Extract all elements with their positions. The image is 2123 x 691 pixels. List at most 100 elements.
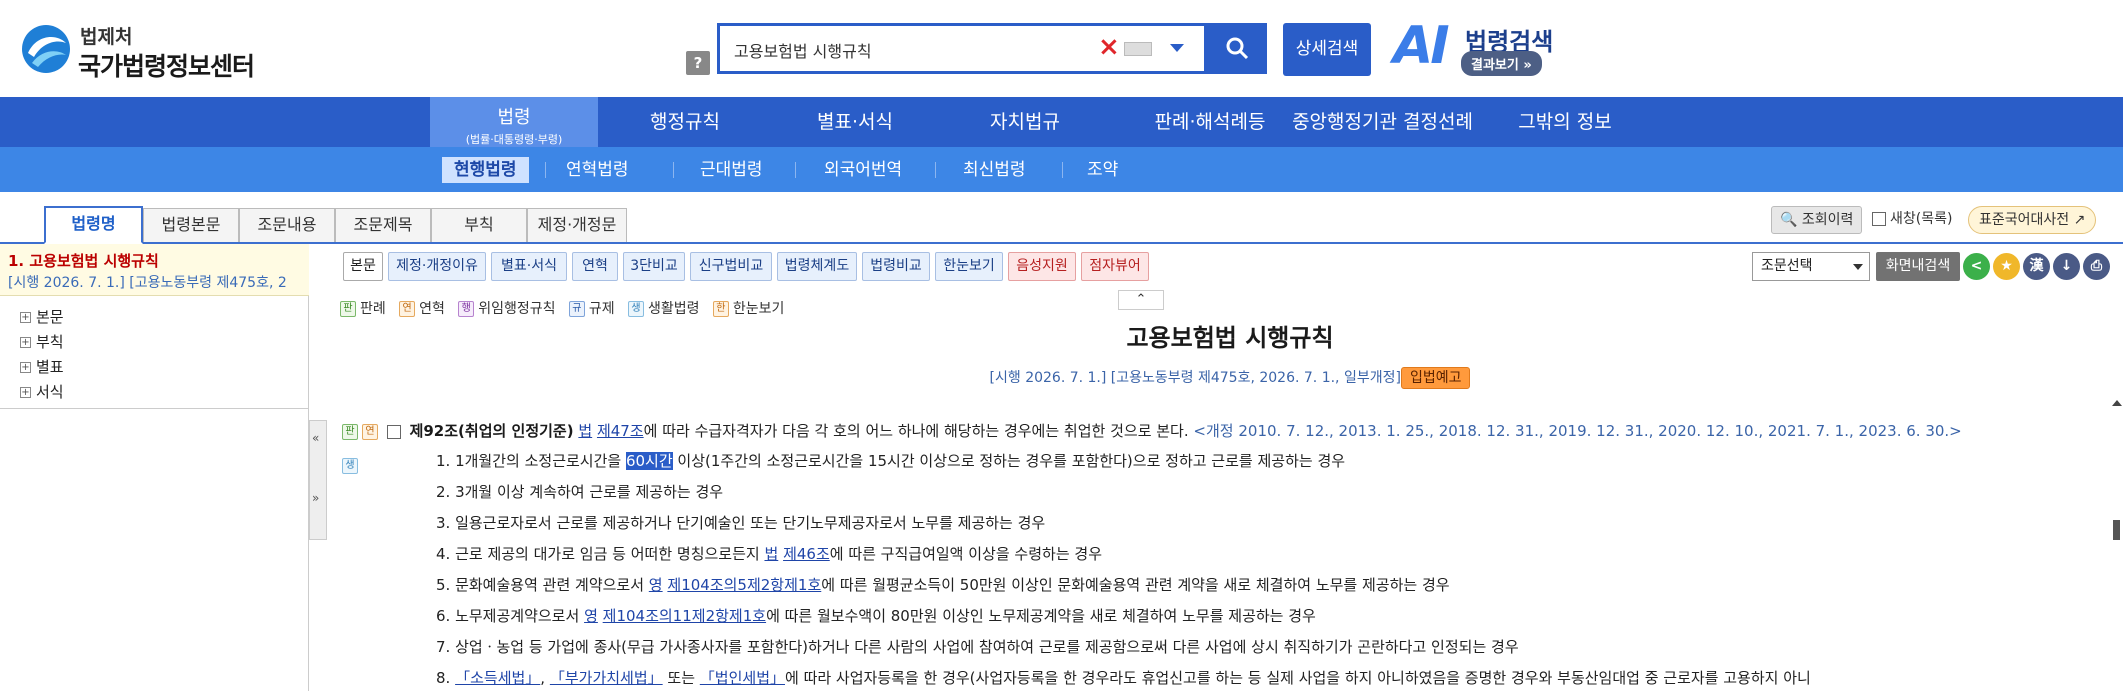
corporate-tax-act-link[interactable]: 「법인세법」: [700, 669, 785, 687]
law-meta-text: [시행 2026. 7. 1.] [고용노동부령 제475호, 2026. 7.…: [989, 370, 1401, 386]
tree-item-label: 부칙: [36, 333, 64, 351]
nav-precedents[interactable]: 판례·해석례등: [1135, 97, 1285, 147]
tree-item-body[interactable]: + 본문: [20, 306, 64, 327]
panel-collapse-handle[interactable]: « »: [309, 420, 327, 540]
expand-right-icon[interactable]: »: [312, 491, 319, 505]
scroll-up-icon[interactable]: [2112, 400, 2122, 406]
nav-admin-rules[interactable]: 행정규칙: [625, 97, 745, 147]
living-law-badge-icon: 생: [628, 301, 645, 317]
tree-item-forms[interactable]: + 서식: [20, 381, 64, 402]
tab-law-name[interactable]: 법령명: [44, 206, 143, 244]
btn-old-new-compare[interactable]: 신구법비교: [690, 252, 772, 281]
decree-ref-link[interactable]: 영: [649, 576, 663, 594]
tab-article-title[interactable]: 조문제목: [335, 208, 431, 242]
site-logo[interactable]: 법제처 국가법령정보센터: [20, 20, 260, 81]
living-law-badge-icon[interactable]: 생: [342, 458, 358, 474]
ai-result-badge[interactable]: 결과보기 »: [1461, 51, 1542, 76]
btn-overview[interactable]: 한눈보기: [935, 252, 1003, 281]
subnav-current-laws[interactable]: 현행법령: [442, 157, 529, 183]
nav-law[interactable]: 법령 (법률·대통령령·부령): [430, 97, 598, 147]
chevron-down-icon: [1853, 264, 1863, 270]
btn-law-compare[interactable]: 법령비교: [862, 252, 930, 281]
new-window-toggle[interactable]: 새창(목록): [1872, 206, 1952, 234]
collapse-up-button[interactable]: ⌃: [1118, 290, 1164, 310]
tree-item-tables[interactable]: + 별표: [20, 356, 64, 377]
dictionary-button[interactable]: 표준국어대사전 ↗: [1968, 206, 2097, 234]
subnav-foreign-translation[interactable]: 외국어번역: [824, 157, 902, 183]
detail-search-button[interactable]: 상세검색: [1283, 23, 1371, 76]
vat-act-link[interactable]: 「부가가치세법」: [550, 669, 663, 687]
item-text: 또는: [662, 669, 700, 687]
decree-ref-link[interactable]: 영: [584, 607, 598, 625]
tab-supplementary[interactable]: 부칙: [431, 208, 527, 242]
history-badge-icon[interactable]: 연: [362, 423, 378, 440]
btn-body[interactable]: 본문: [343, 252, 383, 281]
download-icon[interactable]: ↓: [2053, 253, 2080, 280]
legislative-notice-button[interactable]: 입법예고: [1400, 367, 1471, 389]
nav-agency-decisions[interactable]: 중앙행정기관 결정선례: [1285, 97, 1480, 147]
btn-3-way-compare[interactable]: 3단비교: [623, 252, 685, 281]
precedent-badge-icon[interactable]: 판: [342, 423, 358, 440]
expand-icon[interactable]: +: [20, 312, 31, 323]
subnav-latest-laws[interactable]: 최신법령: [963, 157, 1026, 183]
search-button[interactable]: [1207, 23, 1267, 74]
article-ref-link[interactable]: 제47조: [597, 422, 644, 440]
collapse-left-icon[interactable]: «: [312, 431, 319, 445]
btn-tables-forms[interactable]: 별표·서식: [491, 252, 567, 281]
share-icon[interactable]: <: [1963, 253, 1990, 280]
article-ref-link[interactable]: 제46조: [783, 545, 830, 563]
history-badge-icon: 연: [399, 301, 416, 317]
income-tax-act-link[interactable]: 「소득세법」: [455, 669, 540, 687]
search-input-value[interactable]: 고용보험법 시행규칙: [734, 38, 872, 62]
main-nav: 법령 (법률·대통령령·부령) 행정규칙 별표·서식 자치법규 판례·해석례등 …: [0, 97, 2123, 147]
tab-enactment-text[interactable]: 제정·개정문: [527, 208, 627, 242]
tab-article-content[interactable]: 조문내용: [239, 208, 335, 242]
clear-search-icon[interactable]: ×: [1098, 32, 1120, 62]
btn-amend-reason[interactable]: 제정·개정이유: [388, 252, 486, 281]
search-dropdown-icon[interactable]: [1170, 44, 1184, 52]
expand-icon[interactable]: +: [20, 337, 31, 348]
screen-search-button[interactable]: 화면내검색: [1876, 252, 1960, 281]
item-text: 8.: [436, 669, 456, 687]
btn-law-system[interactable]: 법령체계도: [777, 252, 857, 281]
hanja-icon[interactable]: 漢: [2023, 253, 2050, 280]
overview-badge-icon: 한: [712, 301, 729, 317]
tree-item-supplementary[interactable]: + 부칙: [20, 331, 64, 352]
article-ref-link[interactable]: 제104조의5제2항제1호: [667, 576, 821, 594]
legend: 판 판례 연 연혁 행 위임행정규칙 규 규제 생 생활법령 한 한눈보기: [340, 298, 784, 318]
keyboard-icon[interactable]: [1124, 42, 1152, 56]
article-checkbox[interactable]: [386, 424, 401, 439]
tab-law-body[interactable]: 법령본문: [143, 208, 239, 242]
scrollbar-thumb[interactable]: [2113, 520, 2120, 540]
nav-tables-forms[interactable]: 별표·서식: [795, 97, 915, 147]
selected-law-title[interactable]: 1. 고용보험법 시행규칙: [8, 250, 159, 271]
new-window-checkbox[interactable]: [1872, 212, 1886, 226]
content-scrollbar[interactable]: [2110, 400, 2123, 691]
selected-law-entry[interactable]: 1. 고용보험법 시행규칙 [시행 2026. 7. 1.] [고용노동부령 제…: [0, 244, 309, 296]
star-icon[interactable]: ★: [1993, 253, 2020, 280]
subnav-history-laws[interactable]: 연혁법령: [566, 157, 629, 183]
subnav-modern-laws[interactable]: 근대법령: [700, 157, 763, 183]
article-ref-link[interactable]: 제104조의11제2항제1호: [603, 607, 766, 625]
expand-icon[interactable]: +: [20, 362, 31, 373]
search-help-button[interactable]: ?: [686, 51, 710, 75]
ai-law-search-button[interactable]: AI 법령검색 결과보기 »: [1393, 20, 1563, 78]
nav-other-info[interactable]: 그밖의 정보: [1500, 97, 1630, 147]
btn-history[interactable]: 연혁: [572, 252, 618, 281]
article-select[interactable]: 조문선택: [1752, 252, 1870, 281]
search-input[interactable]: 고용보험법 시행규칙 ×: [717, 23, 1207, 74]
view-history-button[interactable]: 🔍 조회이력: [1771, 206, 1863, 234]
subnav-treaties[interactable]: 조약: [1087, 157, 1118, 183]
btn-braille[interactable]: 점자뷰어: [1081, 252, 1149, 281]
subnav-divider: [673, 162, 674, 178]
law-ref-link[interactable]: 법: [578, 422, 592, 440]
law-ref-link[interactable]: 법: [764, 545, 778, 563]
expand-icon[interactable]: +: [20, 387, 31, 398]
legend-label: 연혁: [419, 301, 445, 317]
amendment-history: <개정 2010. 7. 12., 2013. 1. 25., 2018. 12…: [1193, 422, 1962, 440]
print-icon[interactable]: ⎙: [2083, 253, 2110, 280]
legend-label: 규제: [588, 301, 615, 317]
legend-label: 한눈보기: [732, 301, 785, 317]
nav-local-laws[interactable]: 자치법규: [965, 97, 1085, 147]
btn-voice[interactable]: 음성지원: [1008, 252, 1076, 281]
